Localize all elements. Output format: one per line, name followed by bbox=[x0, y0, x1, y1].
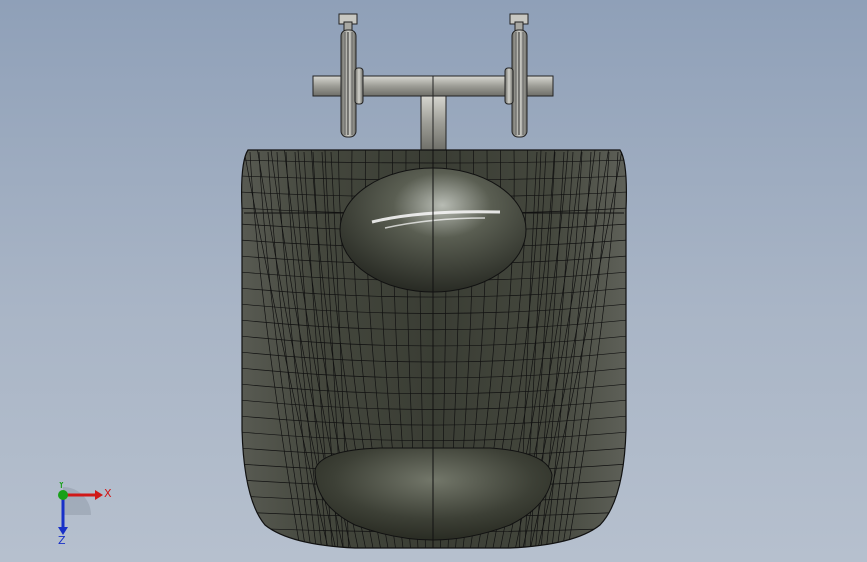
right-wheel[interactable] bbox=[504, 13, 529, 138]
x-axis-label: X bbox=[104, 487, 112, 500]
axle-assembly[interactable] bbox=[312, 13, 554, 152]
hull-body[interactable] bbox=[240, 149, 628, 549]
graphics-viewport[interactable]: X Y Z bbox=[0, 0, 867, 562]
z-axis-label: Z bbox=[58, 534, 66, 547]
model-view[interactable] bbox=[0, 0, 867, 562]
y-axis-label: Y bbox=[57, 482, 65, 491]
axis-triad: X Y Z bbox=[57, 482, 112, 547]
left-wheel[interactable] bbox=[338, 13, 364, 138]
y-axis-dot bbox=[58, 490, 68, 500]
